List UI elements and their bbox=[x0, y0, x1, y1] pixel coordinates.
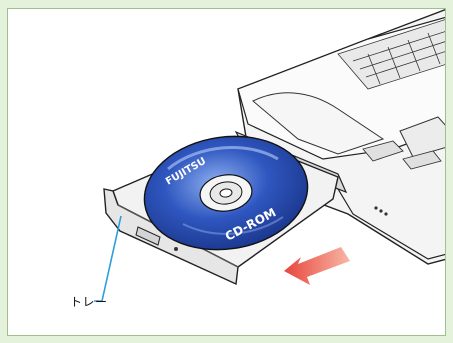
laptop-cd-tray-illustration: FUJITSU CD-ROM bbox=[94, 9, 445, 302]
figure-frame: FUJITSU CD-ROM トレー bbox=[0, 0, 453, 343]
illustration-panel: FUJITSU CD-ROM トレー bbox=[7, 8, 446, 336]
tray-label: トレー bbox=[70, 295, 108, 309]
tray-callout-line bbox=[94, 215, 122, 302]
pull-out-arrow bbox=[284, 247, 350, 285]
